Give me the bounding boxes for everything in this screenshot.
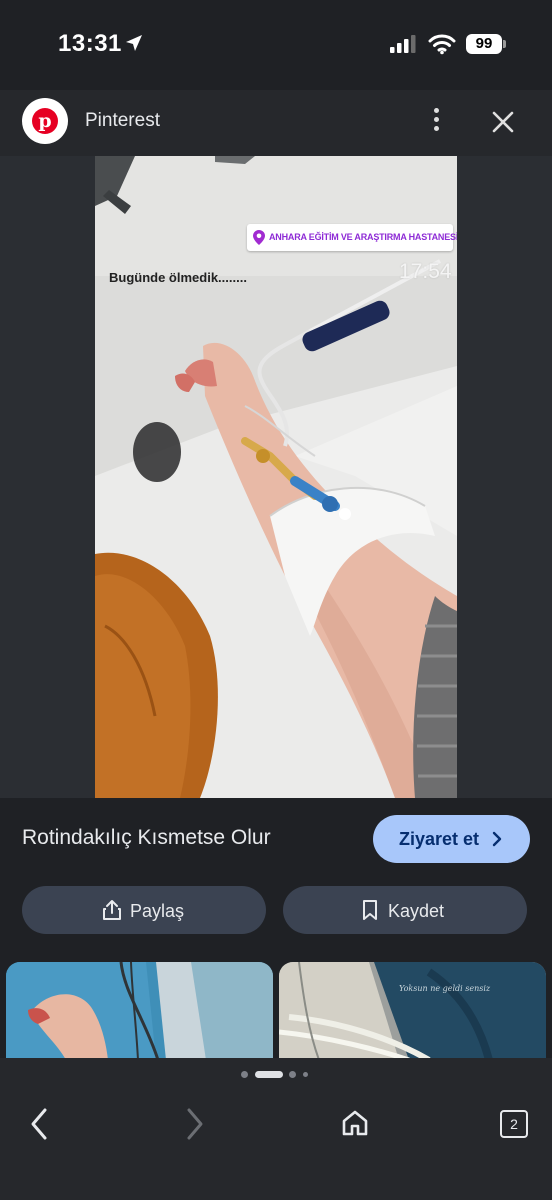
related-image-thumb[interactable]: Yoksun ne geldi sensiz <box>279 962 546 1060</box>
related-images: Yoksun ne geldi sensiz <box>0 962 552 1060</box>
wifi-icon <box>428 34 456 55</box>
save-button-label: Kaydet <box>388 901 445 921</box>
related-image-thumb[interactable] <box>6 962 273 1060</box>
clock: 13:31 <box>58 30 122 57</box>
viewer-header: p Pinterest <box>0 90 552 156</box>
pinterest-logo-icon: p <box>22 98 68 144</box>
share-icon <box>103 900 121 920</box>
chevron-right-icon <box>492 831 502 847</box>
story-caption: Bugünde ölmedik........ <box>109 270 247 285</box>
photo-illustration <box>95 156 457 798</box>
back-arrow-icon[interactable] <box>28 1106 50 1142</box>
home-icon[interactable] <box>340 1108 370 1138</box>
location-badge: ANHARA EĞİTİM VE ARAŞTIRMA HASTANESİ <box>247 224 457 251</box>
related-image-caption: Yoksun ne geldi sensiz <box>399 984 491 993</box>
bookmark-icon <box>363 900 377 920</box>
location-badge-text: ANHARA EĞİTİM VE ARAŞTIRMA HASTANESİ <box>269 232 457 242</box>
battery-icon: 99 <box>466 34 506 56</box>
share-button-label: Paylaş <box>130 901 185 921</box>
cellular-signal-icon <box>390 35 416 53</box>
visit-button[interactable]: Ziyaret et <box>373 815 530 863</box>
story-timestamp: 17:54 <box>399 260 452 283</box>
close-icon[interactable] <box>488 107 518 137</box>
visit-button-label: Ziyaret et <box>399 829 480 849</box>
location-arrow-icon <box>126 35 142 51</box>
site-name: Pinterest <box>85 110 160 131</box>
carousel-indicator <box>241 1070 311 1078</box>
more-options-icon[interactable] <box>425 108 447 138</box>
pin-title: Rotindakılıç Kısmetse Olur <box>22 826 271 849</box>
save-button[interactable]: Kaydet <box>283 886 527 934</box>
battery-percent: 99 <box>475 35 493 52</box>
forward-arrow-icon[interactable] <box>184 1106 206 1142</box>
tab-switcher-button[interactable]: 2 <box>500 1110 528 1138</box>
main-photo[interactable]: ANHARA EĞİTİM VE ARAŞTIRMA HASTANESİ Bug… <box>95 156 457 798</box>
pin-info: Rotindakılıç Kısmetse Olur Ziyaret et Pa… <box>0 798 552 1060</box>
share-button[interactable]: Paylaş <box>22 886 266 934</box>
status-bar: 13:31 99 <box>0 0 552 90</box>
image-viewer: ANHARA EĞİTİM VE ARAŞTIRMA HASTANESİ Bug… <box>0 156 552 798</box>
browser-bottom-bar: 2 <box>0 1058 552 1200</box>
map-pin-icon <box>253 230 265 245</box>
